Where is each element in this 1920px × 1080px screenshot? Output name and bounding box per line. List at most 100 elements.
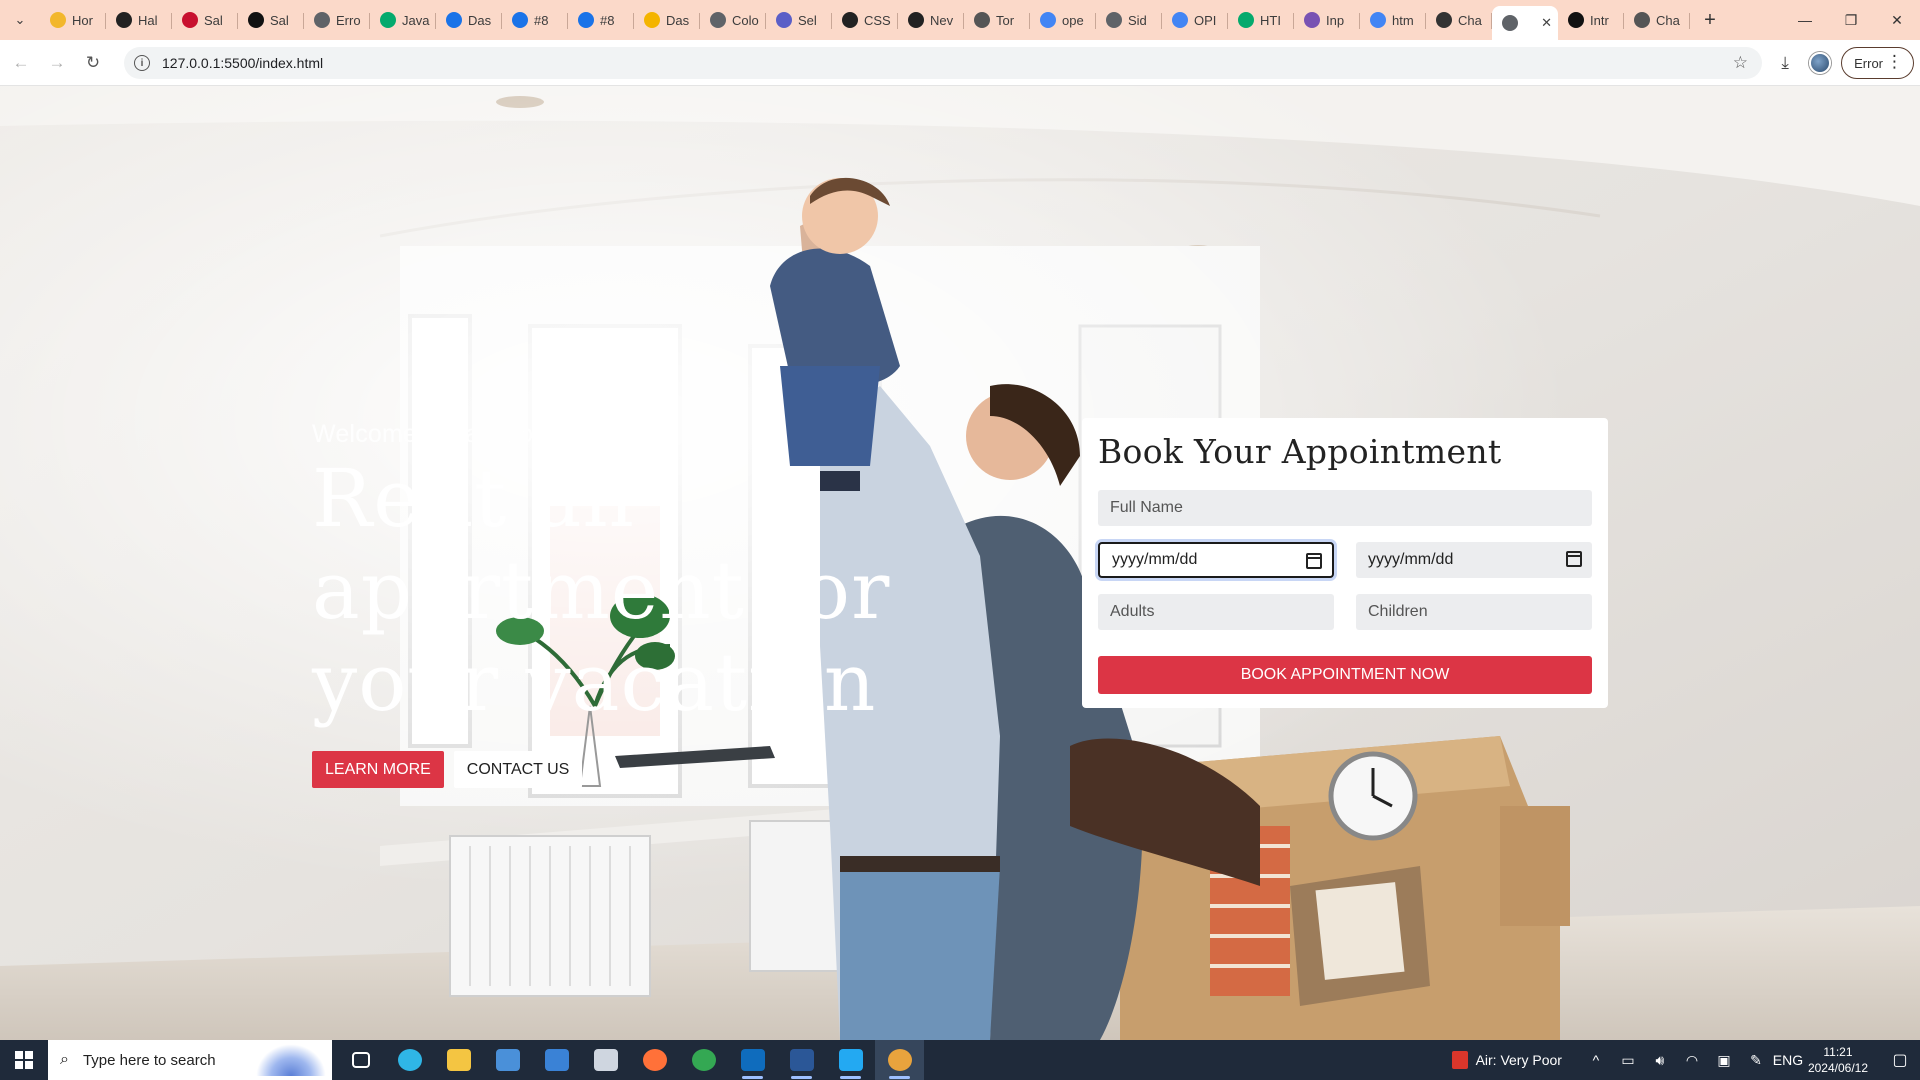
taskbar-app-button[interactable] bbox=[483, 1040, 532, 1080]
display-icon[interactable]: ▣ bbox=[1708, 1052, 1740, 1069]
download-icon[interactable]: ⤓ bbox=[1771, 53, 1799, 73]
clock-time: 11:21 bbox=[1823, 1045, 1853, 1059]
browser-tab[interactable]: Hal bbox=[106, 5, 172, 35]
error-menu-button[interactable]: Error bbox=[1841, 47, 1914, 79]
back-button[interactable]: ← bbox=[6, 48, 36, 78]
taskbar-app-button[interactable] bbox=[581, 1040, 630, 1080]
browser-tab[interactable]: htm bbox=[1360, 5, 1426, 35]
adults-input[interactable]: Adults bbox=[1098, 594, 1334, 630]
browser-tab[interactable]: Inp bbox=[1294, 5, 1360, 35]
github-icon bbox=[842, 12, 858, 28]
learn-more-button[interactable]: LEARN MORE bbox=[312, 751, 444, 788]
browser-tab[interactable]: Hor bbox=[40, 5, 106, 35]
tab-title: Cha bbox=[1458, 12, 1482, 28]
browser-tab[interactable]: Das bbox=[436, 5, 502, 35]
bookmark-star-icon[interactable]: ☆ bbox=[1733, 53, 1748, 73]
browser-tab[interactable]: Colo bbox=[700, 5, 766, 35]
show-hidden-icons-chevron-icon[interactable]: ^ bbox=[1580, 1052, 1612, 1068]
globe-icon bbox=[1106, 12, 1122, 28]
browser-tab[interactable]: #8 bbox=[568, 5, 634, 35]
checkin-date-input[interactable]: yyyy/mm/dd bbox=[1098, 542, 1334, 578]
taskbar-app-button[interactable] bbox=[728, 1040, 777, 1080]
checkout-date-input[interactable]: yyyy/mm/dd bbox=[1356, 542, 1592, 578]
k-icon bbox=[248, 12, 264, 28]
browser-tab[interactable]: OPI bbox=[1162, 5, 1228, 35]
reload-button[interactable]: ↻ bbox=[78, 48, 108, 78]
restore-icon[interactable]: ❐ bbox=[1828, 0, 1874, 40]
minimize-icon[interactable]: — bbox=[1782, 0, 1828, 40]
calendar-icon[interactable] bbox=[1566, 551, 1582, 567]
browser-tab[interactable]: Erro bbox=[304, 5, 370, 35]
air-quality-text: Air: Very Poor bbox=[1475, 1052, 1562, 1068]
tab-title: Cha bbox=[1656, 12, 1680, 28]
tab-title: Inp bbox=[1326, 12, 1345, 28]
taskbar-app-button[interactable] bbox=[875, 1040, 924, 1080]
browser-tab[interactable]: #8 bbox=[502, 5, 568, 35]
url-text[interactable]: 127.0.0.1:5500/index.html bbox=[162, 55, 323, 71]
new-tab-button[interactable]: + bbox=[1696, 6, 1724, 34]
taskbar-app-button[interactable] bbox=[434, 1040, 483, 1080]
browser-tab[interactable]: Cha bbox=[1624, 5, 1690, 35]
browser-tab[interactable]: Intr bbox=[1558, 5, 1624, 35]
network-icon[interactable]: ◠ bbox=[1676, 1052, 1708, 1069]
taskbar-app-button[interactable] bbox=[679, 1040, 728, 1080]
store-icon bbox=[495, 1049, 520, 1071]
language-indicator[interactable]: ENG bbox=[1772, 1052, 1804, 1068]
taskbar-app-button[interactable] bbox=[532, 1040, 581, 1080]
chrome-canary-icon bbox=[887, 1049, 912, 1071]
browser-tab[interactable]: Sel bbox=[766, 5, 832, 35]
site-info-icon[interactable]: i bbox=[134, 55, 150, 71]
taskbar-app-button[interactable] bbox=[336, 1040, 385, 1080]
edge-icon bbox=[397, 1049, 422, 1071]
address-bar[interactable]: i 127.0.0.1:5500/index.html ☆ bbox=[124, 47, 1762, 79]
globe-icon bbox=[710, 12, 726, 28]
browser-tab[interactable]: Cha bbox=[1426, 5, 1492, 35]
pen-icon[interactable]: ✎ bbox=[1740, 1052, 1772, 1069]
taskbar-search-box[interactable]: ⌕ Type here to search bbox=[48, 1040, 332, 1080]
browser-tab[interactable]: Nev bbox=[898, 5, 964, 35]
browser-tab[interactable]: ope bbox=[1030, 5, 1096, 35]
battery-icon[interactable]: ▭ bbox=[1612, 1052, 1644, 1069]
browser-tab[interactable]: Sal bbox=[238, 5, 304, 35]
book-appointment-button[interactable]: BOOK APPOINTMENT NOW bbox=[1098, 656, 1592, 694]
tab-title: Das bbox=[468, 12, 492, 28]
air-quality-widget[interactable]: Air: Very Poor bbox=[1451, 1051, 1562, 1069]
forward-button[interactable]: → bbox=[42, 48, 72, 78]
tab-title: Colo bbox=[732, 12, 759, 28]
browser-tab[interactable]: Sid bbox=[1096, 5, 1162, 35]
search-highlight-image bbox=[256, 1044, 326, 1076]
system-tray: Air: Very Poor ^ ▭ 🔊︎ ◠ ▣ ✎ ENG 11:21 20… bbox=[1451, 1040, 1920, 1080]
browser-tab[interactable]: HTI bbox=[1228, 5, 1294, 35]
taskbar-app-button[interactable] bbox=[777, 1040, 826, 1080]
folder-icon bbox=[644, 12, 660, 28]
profile-avatar[interactable] bbox=[1809, 52, 1832, 74]
tab-close-icon[interactable]: ✕ bbox=[1541, 15, 1552, 31]
start-button[interactable] bbox=[0, 1040, 48, 1080]
notification-icon[interactable]: ▢ bbox=[1880, 1050, 1920, 1070]
bookmark-icon bbox=[512, 12, 528, 28]
booking-form-card: Book Your Appointment Full Name yyyy/mm/… bbox=[1082, 418, 1608, 708]
full-name-input[interactable]: Full Name bbox=[1098, 490, 1592, 526]
toolbar-right: ⤓ Error bbox=[1771, 47, 1914, 79]
tab-title: Java bbox=[402, 12, 430, 28]
browser-tab[interactable]: CSS bbox=[832, 5, 898, 35]
taskbar-app-button[interactable] bbox=[630, 1040, 679, 1080]
contact-us-button[interactable]: CONTACT US bbox=[453, 751, 583, 788]
taskbar-app-button[interactable] bbox=[826, 1040, 875, 1080]
browser-tab[interactable]: Java bbox=[370, 5, 436, 35]
browser-tab[interactable]: Das bbox=[634, 5, 700, 35]
system-clock[interactable]: 11:21 2024/06/12 bbox=[1808, 1044, 1868, 1076]
tab-list: Hor Hal Sal Sal Erro Java Das #8 #8 Das Colo Sel CSS… bbox=[40, 0, 1690, 40]
taskbar-app-button[interactable] bbox=[385, 1040, 434, 1080]
hero-section: Welcome to vacation rental Rent an apart… bbox=[312, 420, 1032, 788]
children-input[interactable]: Children bbox=[1356, 594, 1592, 630]
calendar-icon[interactable] bbox=[1306, 553, 1322, 569]
close-window-icon[interactable]: ✕ bbox=[1874, 0, 1920, 40]
booking-form-title: Book Your Appointment bbox=[1098, 432, 1502, 471]
word-icon bbox=[789, 1049, 814, 1071]
browser-tab[interactable]: Tor bbox=[964, 5, 1030, 35]
browser-tab[interactable]: Sal bbox=[172, 5, 238, 35]
browser-tab[interactable]: ✕ bbox=[1492, 6, 1558, 40]
tab-search-chevron-icon[interactable]: ⌄ bbox=[0, 0, 40, 40]
volume-icon[interactable]: 🔊︎ bbox=[1644, 1052, 1676, 1069]
